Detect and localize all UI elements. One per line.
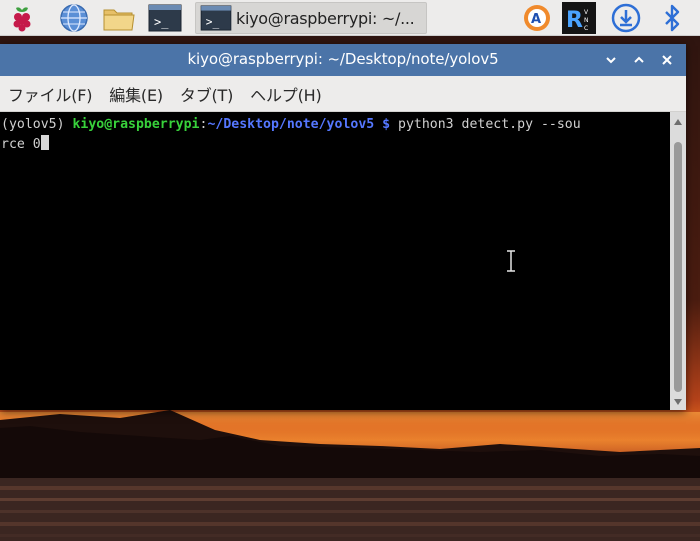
svg-text:>_: >_ [206, 15, 220, 28]
terminal-output[interactable]: (yolov5) kiyo@raspberrypi:~/Desktop/note… [0, 112, 670, 410]
prompt-symbol: $ [374, 117, 399, 132]
web-browser-icon[interactable] [58, 2, 90, 34]
window-close-icon[interactable] [656, 49, 678, 71]
command-text-wrapped: rce 0 [1, 137, 41, 152]
svg-text:R: R [566, 8, 583, 33]
command-text: python3 detect.py --sou [398, 117, 581, 132]
prompt-path: ~/Desktop/note/yolov5 [207, 117, 375, 132]
taskbar-button-label: kiyo@raspberrypi: ~/... [236, 8, 415, 28]
terminal-icon: >_ [200, 5, 232, 31]
window-maximize-icon[interactable] [628, 49, 650, 71]
vnc-icon[interactable]: R V N C [562, 2, 596, 34]
terminal-line: (yolov5) kiyo@raspberrypi:~/Desktop/note… [1, 115, 670, 135]
text-cursor [40, 135, 49, 150]
window-minimize-icon[interactable] [600, 49, 622, 71]
svg-text:N: N [584, 17, 589, 24]
window-title: kiyo@raspberrypi: ~/Desktop/note/yolov5 [187, 50, 499, 68]
scroll-down-icon[interactable] [673, 398, 683, 406]
ibeam-cursor-icon [507, 250, 515, 272]
terminal-scrollbar[interactable] [670, 112, 686, 410]
taskbar-terminal-button[interactable]: >_ kiyo@raspberrypi: ~/... [195, 2, 427, 34]
svg-text:>_: >_ [154, 15, 169, 29]
menu-file[interactable]: ファイル(F) [0, 82, 101, 106]
top-panel: >_ >_ kiyo@raspberrypi: ~/... A R V N C [0, 0, 700, 36]
raspberry-pi-menu-icon[interactable] [6, 2, 38, 34]
file-manager-icon[interactable] [102, 2, 135, 34]
scrollbar-thumb[interactable] [674, 142, 682, 392]
prompt-user-host: kiyo@raspberrypi [72, 117, 200, 132]
svg-text:A: A [531, 12, 541, 27]
terminal-env: (yolov5) [1, 117, 73, 132]
bluetooth-icon[interactable] [656, 2, 688, 34]
updates-download-icon[interactable] [610, 2, 642, 34]
svg-text:C: C [584, 25, 588, 32]
terminal-line: rce 0 [1, 135, 670, 155]
menu-bar: ファイル(F) 編集(E) タブ(T) ヘルプ(H) [0, 76, 686, 112]
terminal-window: kiyo@raspberrypi: ~/Desktop/note/yolov5 … [0, 44, 686, 410]
menu-help[interactable]: ヘルプ(H) [242, 82, 330, 106]
menu-edit[interactable]: 編集(E) [101, 82, 172, 106]
window-titlebar[interactable]: kiyo@raspberrypi: ~/Desktop/note/yolov5 [0, 44, 686, 76]
scroll-up-icon[interactable] [673, 118, 683, 126]
terminal-icon[interactable]: >_ [148, 2, 182, 34]
keyboard-input-icon[interactable]: A [520, 2, 552, 34]
menu-tabs[interactable]: タブ(T) [172, 82, 242, 106]
